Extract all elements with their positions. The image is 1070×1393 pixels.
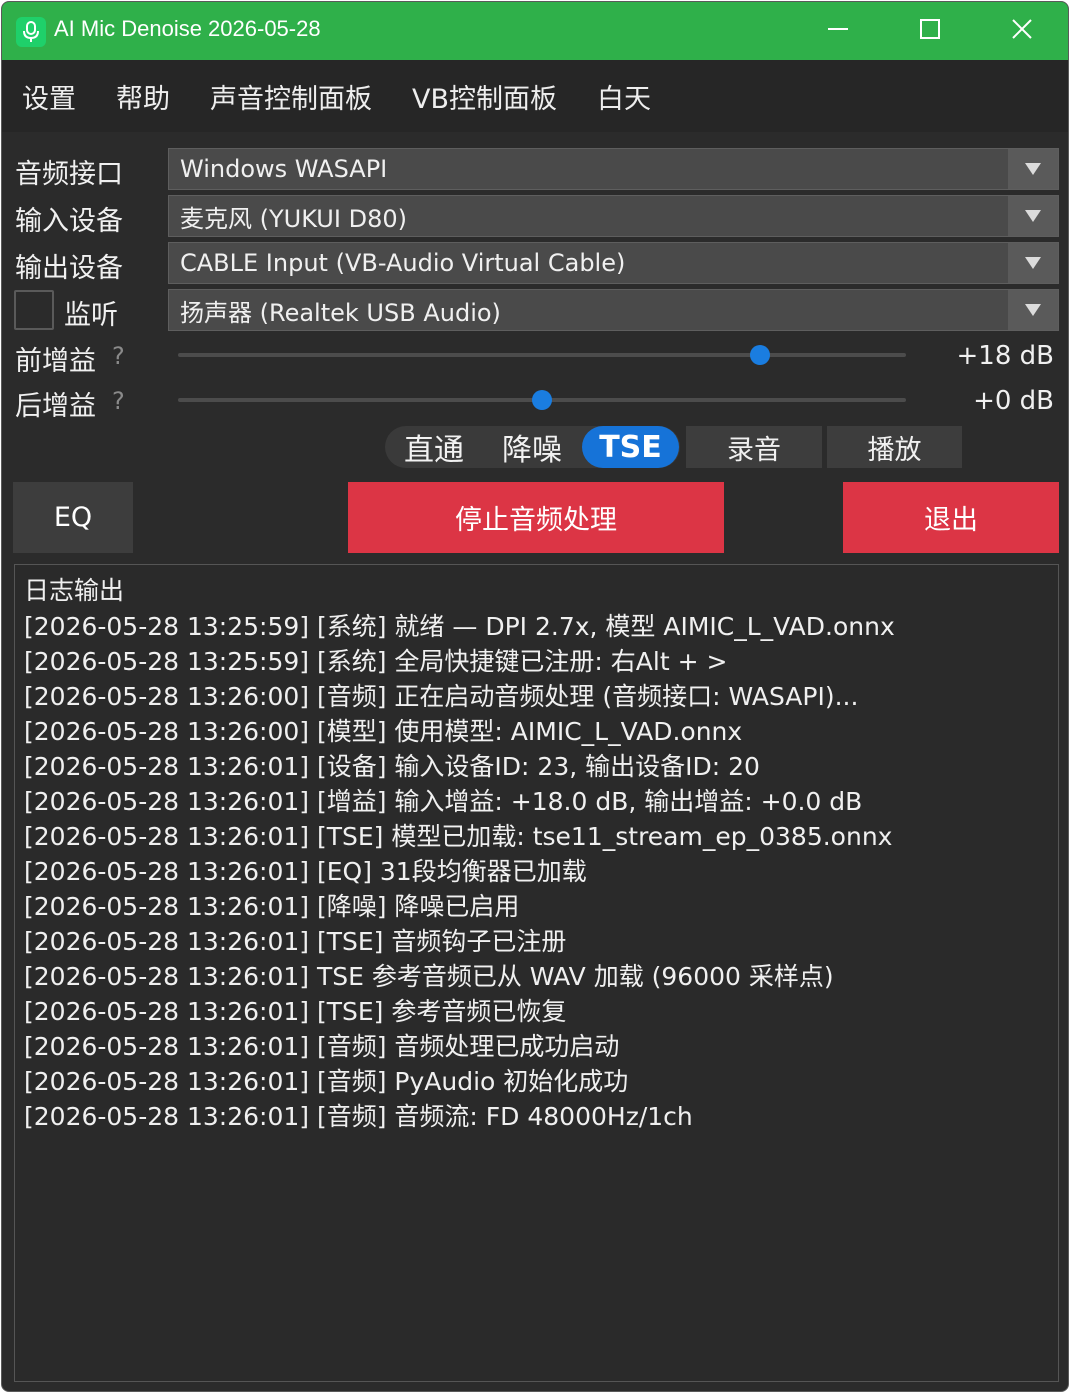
title-bar[interactable]: AI Mic Denoise 2026-05-28 [2,2,1068,60]
post-gain-slider-handle[interactable] [532,390,552,410]
input-device-value: 麦克风 (YUKUI D80) [180,204,407,233]
log-output-panel[interactable]: 日志输出 [2026-05-28 13:25:59] [系统] 就绪 — DPI… [14,564,1059,1382]
post-gain-value: +0 dB [973,386,1054,416]
post-gain-label: 后增益 [15,391,96,422]
eq-button[interactable]: EQ [13,482,133,553]
audio-api-value: Windows WASAPI [180,155,388,183]
minimize-button[interactable] [792,2,884,60]
log-line: [2026-05-28 13:26:01] [音频] 音频处理已成功启动 [24,1032,620,1061]
log-line: [2026-05-28 13:26:01] [TSE] 音频钩子已注册 [24,927,567,956]
output-device-select[interactable]: CABLE Input (VB-Audio Virtual Cable) [168,242,1059,284]
minimize-icon [827,18,849,44]
audio-api-select[interactable]: Windows WASAPI [168,148,1059,190]
log-line: [2026-05-28 13:26:01] [音频] PyAudio 初始化成功 [24,1067,629,1096]
pre-gain-slider-handle[interactable] [750,345,770,365]
triangle-down-icon[interactable] [1008,196,1058,236]
menu-bar: 设置 帮助 声音控制面板 VB控制面板 白天 [2,60,1068,132]
log-line: [2026-05-28 13:26:01] [音频] 音频流: FD 48000… [24,1102,693,1131]
window-title: AI Mic Denoise 2026-05-28 [54,16,321,41]
maximize-icon [919,18,941,44]
menu-settings[interactable]: 设置 [22,77,76,116]
menu-sound-control-panel[interactable]: 声音控制面板 [210,77,372,116]
mode-passthrough[interactable]: 直通 [385,426,483,468]
log-line: [2026-05-28 13:26:01] [设备] 输入设备ID: 23, 输… [24,752,760,781]
mode-denoise[interactable]: 降噪 [483,426,581,468]
close-icon [1011,18,1033,44]
app-window: AI Mic Denoise 2026-05-28 设置 帮助 声音控制面板 V… [1,1,1069,1392]
output-device-value: CABLE Input (VB-Audio Virtual Cable) [180,249,626,277]
monitor-device-select[interactable]: 扬声器 (Realtek USB Audio) [168,289,1059,331]
log-line: [2026-05-28 13:26:01] [增益] 输入增益: +18.0 d… [24,787,863,816]
triangle-down-icon[interactable] [1008,149,1058,189]
pre-gain-slider-track[interactable] [178,353,906,357]
log-line: [2026-05-28 13:26:01] [降噪] 降噪已启用 [24,892,520,921]
pre-gain-value: +18 dB [956,341,1054,371]
pre-gain-help[interactable]: ? [112,342,125,370]
audio-api-label: 音频接口 [15,159,123,190]
output-device-label: 输出设备 [15,253,123,284]
menu-vb-control-panel[interactable]: VB控制面板 [412,77,557,116]
exit-button[interactable]: 退出 [843,482,1059,553]
close-button[interactable] [976,2,1068,60]
mode-tse[interactable]: TSE [582,426,679,468]
log-line: [2026-05-28 13:25:59] [系统] 全局快捷键已注册: 右Al… [24,647,728,676]
pre-gain-label: 前增益 [15,346,96,377]
log-line: [2026-05-28 13:26:01] TSE 参考音频已从 WAV 加载 … [24,962,834,991]
monitor-checkbox[interactable] [14,290,54,330]
menu-help[interactable]: 帮助 [116,77,170,116]
record-button[interactable]: 录音 [686,426,822,468]
input-device-select[interactable]: 麦克风 (YUKUI D80) [168,195,1059,237]
input-device-label: 输入设备 [15,206,123,237]
triangle-down-icon[interactable] [1008,290,1058,330]
play-button[interactable]: 播放 [827,426,962,468]
log-line: [2026-05-28 13:26:01] [TSE] 模型已加载: tse11… [24,822,893,851]
microphone-icon [16,17,46,47]
mode-segmented-control: 直通 降噪 TSE [385,426,680,468]
triangle-down-icon[interactable] [1008,243,1058,283]
log-title: 日志输出 [24,576,125,605]
monitor-label: 监听 [64,300,118,331]
log-line: [2026-05-28 13:26:00] [模型] 使用模型: AIMIC_L… [24,717,743,746]
maximize-button[interactable] [884,2,976,60]
post-gain-help[interactable]: ? [112,387,125,415]
log-line: [2026-05-28 13:26:01] [TSE] 参考音频已恢复 [24,997,567,1026]
monitor-device-value: 扬声器 (Realtek USB Audio) [180,298,501,327]
log-line: [2026-05-28 13:26:01] [EQ] 31段均衡器已加载 [24,857,587,886]
log-line: [2026-05-28 13:26:00] [音频] 正在启动音频处理 (音频接… [24,682,859,711]
menu-day-theme[interactable]: 白天 [597,77,651,116]
stop-processing-button[interactable]: 停止音频处理 [348,482,724,553]
log-line: [2026-05-28 13:25:59] [系统] 就绪 — DPI 2.7x… [24,612,895,641]
